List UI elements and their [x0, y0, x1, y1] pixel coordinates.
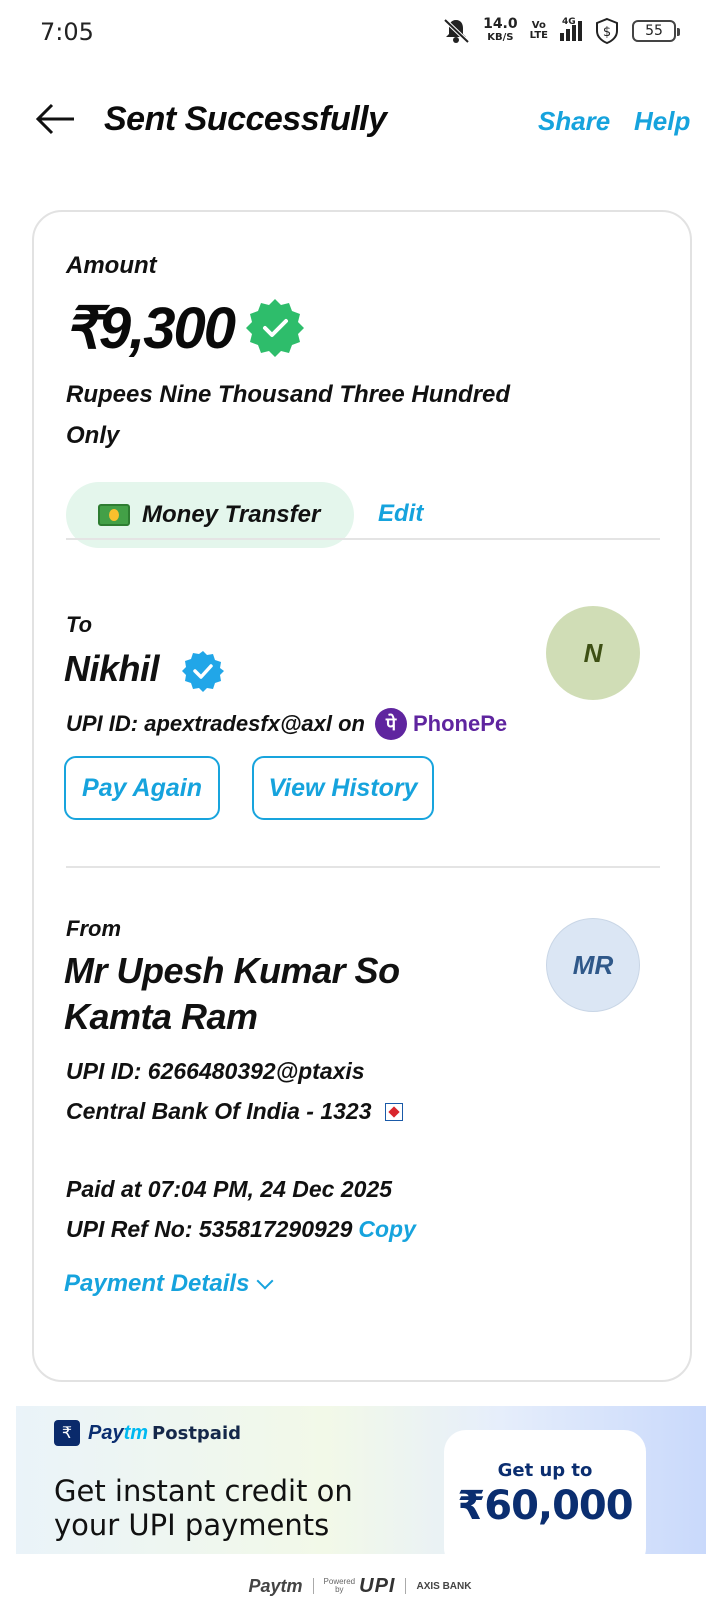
- to-label: To: [66, 612, 93, 637]
- signal-icon: 4G: [560, 17, 582, 41]
- phonepe-logo: पे PhonePe: [375, 708, 507, 740]
- from-label: From: [66, 916, 121, 941]
- status-time: 7:05: [40, 18, 94, 46]
- money-icon: [98, 504, 130, 526]
- edit-category-link[interactable]: Edit: [378, 500, 423, 528]
- recipient-avatar: N: [546, 606, 640, 700]
- recipient-upi: UPI ID: apextradesfx@axl on पे PhonePe: [66, 708, 507, 740]
- paytm-postpaid-brand: ₹ Paytm Postpaid: [54, 1420, 241, 1446]
- sender-bank: Central Bank Of India - 1323: [66, 1098, 404, 1125]
- postpaid-banner[interactable]: ₹ Paytm Postpaid Get instant credit on y…: [16, 1406, 706, 1554]
- bank-logo-icon: [385, 1102, 404, 1121]
- amount-value: ₹9,300: [64, 296, 236, 361]
- recipient-upi-text: UPI ID: apextradesfx@axl on: [66, 711, 365, 736]
- upi-logo: Powered by UPI: [323, 1574, 396, 1597]
- shield-dollar-icon: $: [596, 17, 618, 45]
- upi-ref: UPI Ref No: 535817290929 Copy: [66, 1216, 416, 1243]
- success-check-icon: [246, 299, 304, 357]
- offer-box: Get up to ₹60,000: [444, 1430, 646, 1554]
- status-icons: 14.0 KB/S Vo LTE 4G $ 55: [441, 16, 680, 46]
- chevron-down-icon: [256, 1272, 274, 1290]
- volte-indicator: Vo LTE: [529, 20, 548, 41]
- page-title: Sent Successfully: [104, 100, 387, 138]
- banner-headline: Get instant credit on your UPI payments: [54, 1474, 353, 1542]
- separator: [405, 1578, 407, 1594]
- status-bar: 7:05 14.0 KB/S Vo LTE 4G $ 55: [0, 0, 720, 64]
- postpaid-label: Postpaid: [152, 1422, 242, 1444]
- wallet-icon: ₹: [54, 1420, 80, 1446]
- offer-value: ₹60,000: [457, 1483, 633, 1529]
- paytm-footer-logo: Paytm: [248, 1575, 303, 1596]
- verified-icon: [182, 651, 224, 692]
- svg-text:$: $: [603, 25, 611, 40]
- transaction-card: Amount ₹9,300 Rupees Nine Thousand Three…: [32, 210, 692, 1382]
- payment-details-label: Payment Details: [64, 1270, 250, 1297]
- view-history-button[interactable]: View History: [252, 756, 434, 820]
- battery-icon: 55: [632, 20, 680, 42]
- axis-bank-logo: AXIS BANK: [416, 1580, 472, 1592]
- app-bar: Sent Successfully Share Help: [0, 86, 720, 152]
- separator: [312, 1578, 314, 1594]
- mute-bell-icon: [443, 18, 470, 44]
- recipient-name: Nikhil: [64, 648, 160, 689]
- divider: [66, 866, 660, 868]
- upi-ref-number: UPI Ref No: 535817290929: [66, 1216, 353, 1242]
- sender-upi: UPI ID: 6266480392@ptaxis: [66, 1058, 365, 1084]
- amount-in-words: Rupees Nine Thousand Three Hundred Only: [66, 381, 511, 449]
- divider: [66, 538, 660, 540]
- sender-name: Mr Upesh Kumar So Kamta Ram: [64, 950, 400, 1037]
- copy-ref-button[interactable]: Copy: [358, 1216, 416, 1242]
- network-speed: 14.0 KB/S: [483, 16, 518, 43]
- amount-label: Amount: [66, 252, 157, 279]
- offer-label: Get up to: [497, 1460, 593, 1481]
- phonepe-icon: पे: [375, 708, 407, 740]
- sender-avatar: MR: [546, 918, 640, 1012]
- paid-at: Paid at 07:04 PM, 24 Dec 2025: [66, 1176, 393, 1202]
- back-arrow-icon[interactable]: [34, 102, 78, 136]
- help-button[interactable]: Help: [634, 106, 690, 137]
- paytm-wordmark: Paytm: [88, 1421, 149, 1444]
- payment-details-toggle[interactable]: Payment Details: [64, 1270, 274, 1298]
- sender-bank-name: Central Bank Of India - 1323: [66, 1098, 372, 1124]
- footer-partners: Paytm Powered by UPI AXIS BANK: [0, 1560, 720, 1612]
- share-button[interactable]: Share: [538, 106, 610, 137]
- pay-again-button[interactable]: Pay Again: [64, 756, 220, 820]
- category-label: Money Transfer: [142, 501, 321, 528]
